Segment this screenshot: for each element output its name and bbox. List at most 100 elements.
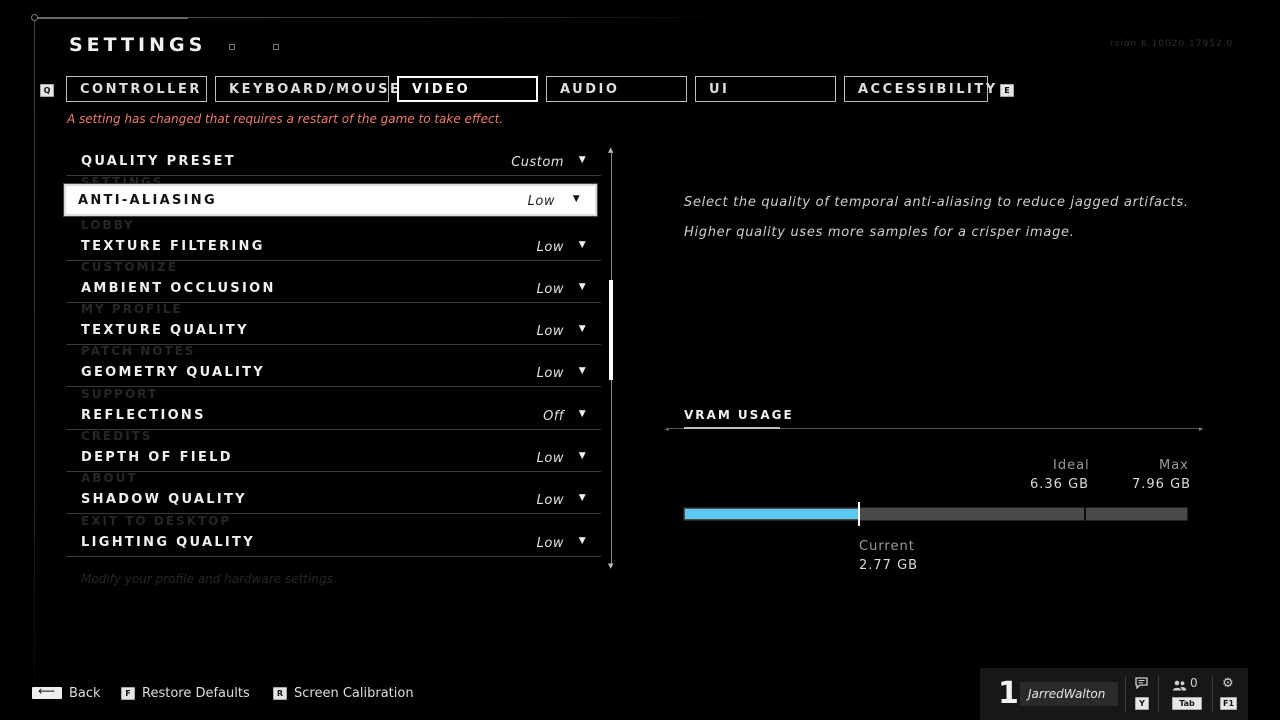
settings-key[interactable]: F1 xyxy=(1220,697,1237,710)
setting-value: Low xyxy=(527,194,555,209)
tab-accessibility[interactable]: ACCESSIBILITY xyxy=(844,76,995,102)
scrollbar-thumb[interactable] xyxy=(609,280,613,380)
ghost-menu-item: LOBBY xyxy=(81,218,135,232)
ghost-menu-item: ABOUT xyxy=(81,471,138,485)
dropdown-arrow-icon: ▼ xyxy=(578,366,588,376)
setting-value: Custom xyxy=(511,155,564,170)
dropdown-arrow-icon: ▼ xyxy=(572,194,582,204)
card-divider xyxy=(1212,676,1213,712)
vram-max-value: 7.96 GB xyxy=(1132,477,1192,492)
setting-label: LIGHTING QUALITY xyxy=(81,535,255,550)
vram-max-label: Max xyxy=(1159,458,1189,473)
setting-label: QUALITY PRESET xyxy=(81,154,236,169)
vram-ideal-marker xyxy=(1084,507,1087,521)
line-end-icon: ▸ xyxy=(1199,425,1203,433)
card-divider xyxy=(1158,676,1159,712)
chat-key[interactable]: Y xyxy=(1135,697,1149,710)
ghost-menu-item: MY PROFILE xyxy=(81,302,183,316)
tab-ui[interactable]: UI xyxy=(695,76,836,102)
restore-defaults-button[interactable]: Restore Defaults xyxy=(142,686,250,701)
prev-tab-key[interactable]: Q xyxy=(40,84,54,97)
setting-depth-of-field[interactable]: DEPTH OF FIELD Low ▼ xyxy=(66,446,601,472)
tab-keyboard-mouse[interactable]: KEYBOARD/MOUSE xyxy=(215,76,399,102)
chat-icon[interactable] xyxy=(1135,674,1149,690)
setting-label: DEPTH OF FIELD xyxy=(81,450,233,465)
setting-label: TEXTURE FILTERING xyxy=(81,239,265,254)
left-vertical-line xyxy=(34,17,35,720)
setting-label: GEOMETRY QUALITY xyxy=(81,365,265,380)
tab-audio[interactable]: AUDIO xyxy=(546,76,687,102)
vram-current-value: 2.77 GB xyxy=(859,558,919,573)
vram-ideal-label: Ideal xyxy=(1053,458,1090,473)
setting-lighting-quality[interactable]: LIGHTING QUALITY Low ▼ xyxy=(66,531,601,557)
dropdown-arrow-icon: ▼ xyxy=(578,240,588,250)
player-name[interactable]: JarredWalton xyxy=(1020,682,1118,706)
setting-geometry-quality[interactable]: GEOMETRY QUALITY Low ▼ xyxy=(66,361,601,387)
tab-controller[interactable]: CONTROLLER xyxy=(66,76,207,102)
vram-divider-highlight xyxy=(684,427,780,429)
vram-current-label: Current xyxy=(859,539,915,554)
ghost-menu-item: EXIT TO DESKTOP xyxy=(81,514,232,528)
setting-texture-quality[interactable]: TEXTURE QUALITY Low ▼ xyxy=(66,319,601,345)
setting-value: Off xyxy=(543,409,564,424)
setting-description-line1: Select the quality of temporal anti-alia… xyxy=(684,195,1189,210)
setting-shadow-quality[interactable]: SHADOW QUALITY Low ▼ xyxy=(66,488,601,514)
next-tab-key[interactable]: E xyxy=(1000,84,1014,97)
tab-video[interactable]: VIDEO xyxy=(397,76,538,102)
screen-calibration-button[interactable]: Screen Calibration xyxy=(294,686,414,701)
gear-icon[interactable]: ⚙ xyxy=(1222,676,1234,691)
vram-bar-fill xyxy=(685,509,860,519)
setting-label: AMBIENT OCCLUSION xyxy=(81,281,276,296)
restore-key[interactable]: F xyxy=(121,687,135,700)
ghost-menu-item: CREDITS xyxy=(81,429,153,443)
setting-value: Low xyxy=(536,282,564,297)
back-button[interactable]: Back xyxy=(69,686,101,701)
vram-ideal-value: 6.36 GB xyxy=(1030,477,1090,492)
setting-quality-preset[interactable]: QUALITY PRESET Custom ▼ xyxy=(66,150,601,176)
dropdown-arrow-icon: ▼ xyxy=(578,536,588,546)
card-divider xyxy=(1125,676,1126,712)
ghost-menu-item: SUPPORT xyxy=(81,387,159,401)
setting-value: Low xyxy=(536,493,564,508)
vram-current-marker xyxy=(858,502,861,526)
setting-value: Low xyxy=(536,451,564,466)
setting-value: Low xyxy=(536,240,564,255)
setting-ambient-occlusion[interactable]: AMBIENT OCCLUSION Low ▼ xyxy=(66,277,601,303)
setting-description-line2: Higher quality uses more samples for a c… xyxy=(684,225,1075,240)
friends-count: 0 xyxy=(1190,676,1198,690)
restart-notice: A setting has changed that requires a re… xyxy=(67,112,504,126)
setting-label: SHADOW QUALITY xyxy=(81,492,247,507)
ghost-menu-item: PATCH NOTES xyxy=(81,344,196,358)
line-end-icon: ◂ xyxy=(665,425,669,433)
dropdown-arrow-icon: ▼ xyxy=(578,324,588,334)
frame-node-icon xyxy=(31,14,38,21)
setting-reflections[interactable]: REFLECTIONS Off ▼ xyxy=(66,404,601,430)
page-title: SETTINGS xyxy=(69,34,207,56)
player-rank: 1 xyxy=(998,676,1019,711)
ghost-footer-text: Modify your profile and hardware setting… xyxy=(81,572,337,586)
top-divider-highlight xyxy=(34,17,188,19)
setting-anti-aliasing[interactable]: ANTI-ALIASING Low ▼ xyxy=(64,184,597,216)
friends-key[interactable]: Tab xyxy=(1172,697,1202,710)
ghost-node-icon xyxy=(229,44,235,50)
setting-label: ANTI-ALIASING xyxy=(78,193,217,208)
friends-icon[interactable] xyxy=(1172,676,1188,691)
scroll-down-icon[interactable]: ▼ xyxy=(608,562,613,570)
vram-title: VRAM USAGE xyxy=(684,408,794,422)
dropdown-arrow-icon: ▼ xyxy=(578,282,588,292)
back-arrow-icon[interactable] xyxy=(32,684,62,699)
version-text: rsion 6.10020.17952.0 xyxy=(1110,39,1234,49)
dropdown-arrow-icon: ▼ xyxy=(578,155,588,165)
dropdown-arrow-icon: ▼ xyxy=(578,409,588,419)
dropdown-arrow-icon: ▼ xyxy=(578,451,588,461)
dropdown-arrow-icon: ▼ xyxy=(578,493,588,503)
ghost-menu-item: CUSTOMIZE xyxy=(81,260,178,274)
setting-value: Low xyxy=(536,366,564,381)
setting-value: Low xyxy=(536,536,564,551)
ghost-node-icon xyxy=(273,44,279,50)
setting-label: TEXTURE QUALITY xyxy=(81,323,249,338)
setting-value: Low xyxy=(536,324,564,339)
setting-texture-filtering[interactable]: TEXTURE FILTERING Low ▼ xyxy=(66,235,601,261)
setting-label: REFLECTIONS xyxy=(81,408,206,423)
calibration-key[interactable]: R xyxy=(273,687,287,700)
